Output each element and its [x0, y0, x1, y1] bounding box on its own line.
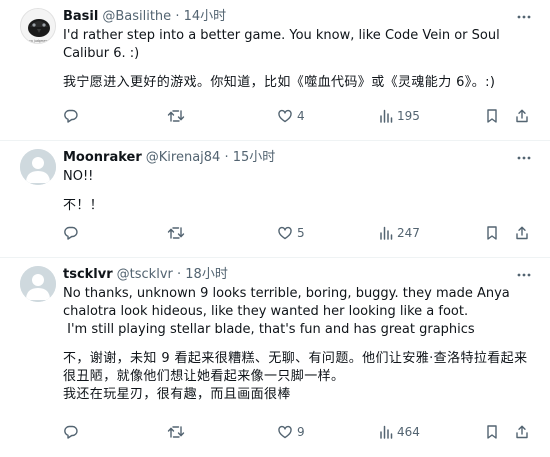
views-chart-icon [380, 226, 393, 240]
avatar[interactable]: no judgment [20, 8, 56, 44]
heart-icon [278, 425, 292, 439]
more-horizontal-icon[interactable] [516, 150, 532, 166]
bookmark-icon [487, 425, 497, 439]
tweet-header: tscklvr @tscklvr · 18小时 [63, 266, 228, 284]
share-button[interactable] [514, 106, 530, 126]
more-horizontal-icon[interactable] [516, 267, 532, 283]
default-avatar-icon [20, 266, 56, 302]
user-handle[interactable]: @tscklvr [117, 267, 173, 282]
retweet-icon [167, 110, 185, 122]
display-name[interactable]: Basil [63, 9, 98, 24]
share-icon [516, 226, 528, 240]
more-horizontal-icon[interactable] [516, 9, 532, 25]
bookmark-button[interactable] [485, 223, 499, 243]
tweet-text-translation: 不！！ [63, 198, 104, 213]
tweet-text-translation: 我宁愿进入更好的游戏。你知道，比如《噬血代码》或《灵魂能力 6》。:) [63, 75, 496, 90]
timestamp[interactable]: 18小时 [185, 267, 228, 282]
views-chart-icon [380, 425, 393, 439]
share-icon [516, 425, 528, 439]
retweet-button[interactable] [167, 106, 185, 126]
heart-icon [278, 226, 292, 240]
like-button[interactable]: 4 [277, 106, 305, 126]
like-button[interactable]: 5 [277, 223, 305, 243]
tweet-text-original-line2: I'm still playing stellar blade, that's … [63, 322, 475, 337]
tweet-text-original: No thanks, unknown 9 looks terrible, bor… [63, 286, 514, 319]
user-handle[interactable]: @Kirenaj84 [146, 150, 221, 165]
tweet-text: NO!! 不！！ [63, 168, 532, 215]
like-count: 5 [297, 226, 305, 240]
separator-dot: · [224, 150, 229, 165]
view-count: 195 [397, 109, 420, 123]
tweet-text-original: NO!! [63, 169, 94, 184]
display-name[interactable]: Moonraker [63, 150, 142, 165]
timestamp[interactable]: 15小时 [233, 150, 276, 165]
tweet-text: No thanks, unknown 9 looks terrible, bor… [63, 285, 532, 404]
share-icon [516, 109, 528, 123]
tweet-basil[interactable]: no judgment Basil @Basilithe · 14小时 I'd r… [0, 0, 550, 141]
view-count: 247 [397, 226, 420, 240]
tweet-header: Basil @Basilithe · 14小时 [63, 8, 226, 26]
retweet-icon [167, 227, 185, 239]
view-count: 464 [397, 425, 420, 439]
like-count: 4 [297, 109, 305, 123]
views-button[interactable]: 195 [379, 106, 420, 126]
bookmark-button[interactable] [485, 422, 499, 442]
tweet-text-translation: 不，谢谢，未知 9 看起来很糟糕、无聊、有问题。他们让安雅·查洛特拉看起来很丑陋… [63, 351, 528, 384]
tweet-header: Moonraker @Kirenaj84 · 15小时 [63, 149, 275, 167]
crow-avatar-image: no judgment [21, 9, 55, 43]
avatar-caption: no judgment [29, 39, 50, 43]
action-bar: 5 247 [63, 223, 533, 243]
action-bar: 9 464 [63, 422, 533, 442]
reply-button[interactable] [63, 422, 79, 442]
views-button[interactable]: 247 [379, 223, 420, 243]
like-count: 9 [297, 425, 305, 439]
retweet-button[interactable] [167, 223, 185, 243]
views-chart-icon [380, 109, 393, 123]
tweet-text-translation-line2: 我还在玩星刃，很有趣，而且画面很棒 [63, 387, 291, 402]
reply-icon [64, 425, 78, 439]
avatar[interactable] [20, 266, 56, 302]
bookmark-icon [487, 226, 497, 240]
separator-dot: · [175, 9, 180, 24]
retweet-button[interactable] [167, 422, 185, 442]
like-button[interactable]: 9 [277, 422, 305, 442]
heart-icon [278, 109, 292, 123]
default-avatar-icon [20, 149, 56, 185]
bookmark-button[interactable] [485, 106, 499, 126]
reply-button[interactable] [63, 106, 79, 126]
separator-dot: · [177, 267, 182, 282]
share-button[interactable] [514, 223, 530, 243]
reply-icon [64, 109, 78, 123]
reply-icon [64, 226, 78, 240]
retweet-icon [167, 426, 185, 438]
bookmark-icon [487, 109, 497, 123]
user-handle[interactable]: @Basilithe [102, 9, 171, 24]
tweet-text: I'd rather step into a better game. You … [63, 27, 532, 92]
tweet-text-original: I'd rather step into a better game. You … [63, 28, 500, 61]
tweet-tscklvr[interactable]: tscklvr @tscklvr · 18小时 No thanks, unknow… [0, 258, 550, 457]
avatar[interactable] [20, 149, 56, 185]
share-button[interactable] [514, 422, 530, 442]
views-button[interactable]: 464 [379, 422, 420, 442]
tweet-moonraker[interactable]: Moonraker @Kirenaj84 · 15小时 NO!! 不！！ 5 24… [0, 141, 550, 258]
display-name[interactable]: tscklvr [63, 267, 113, 282]
action-bar: 4 195 [63, 106, 533, 126]
reply-button[interactable] [63, 223, 79, 243]
timestamp[interactable]: 14小时 [184, 9, 227, 24]
